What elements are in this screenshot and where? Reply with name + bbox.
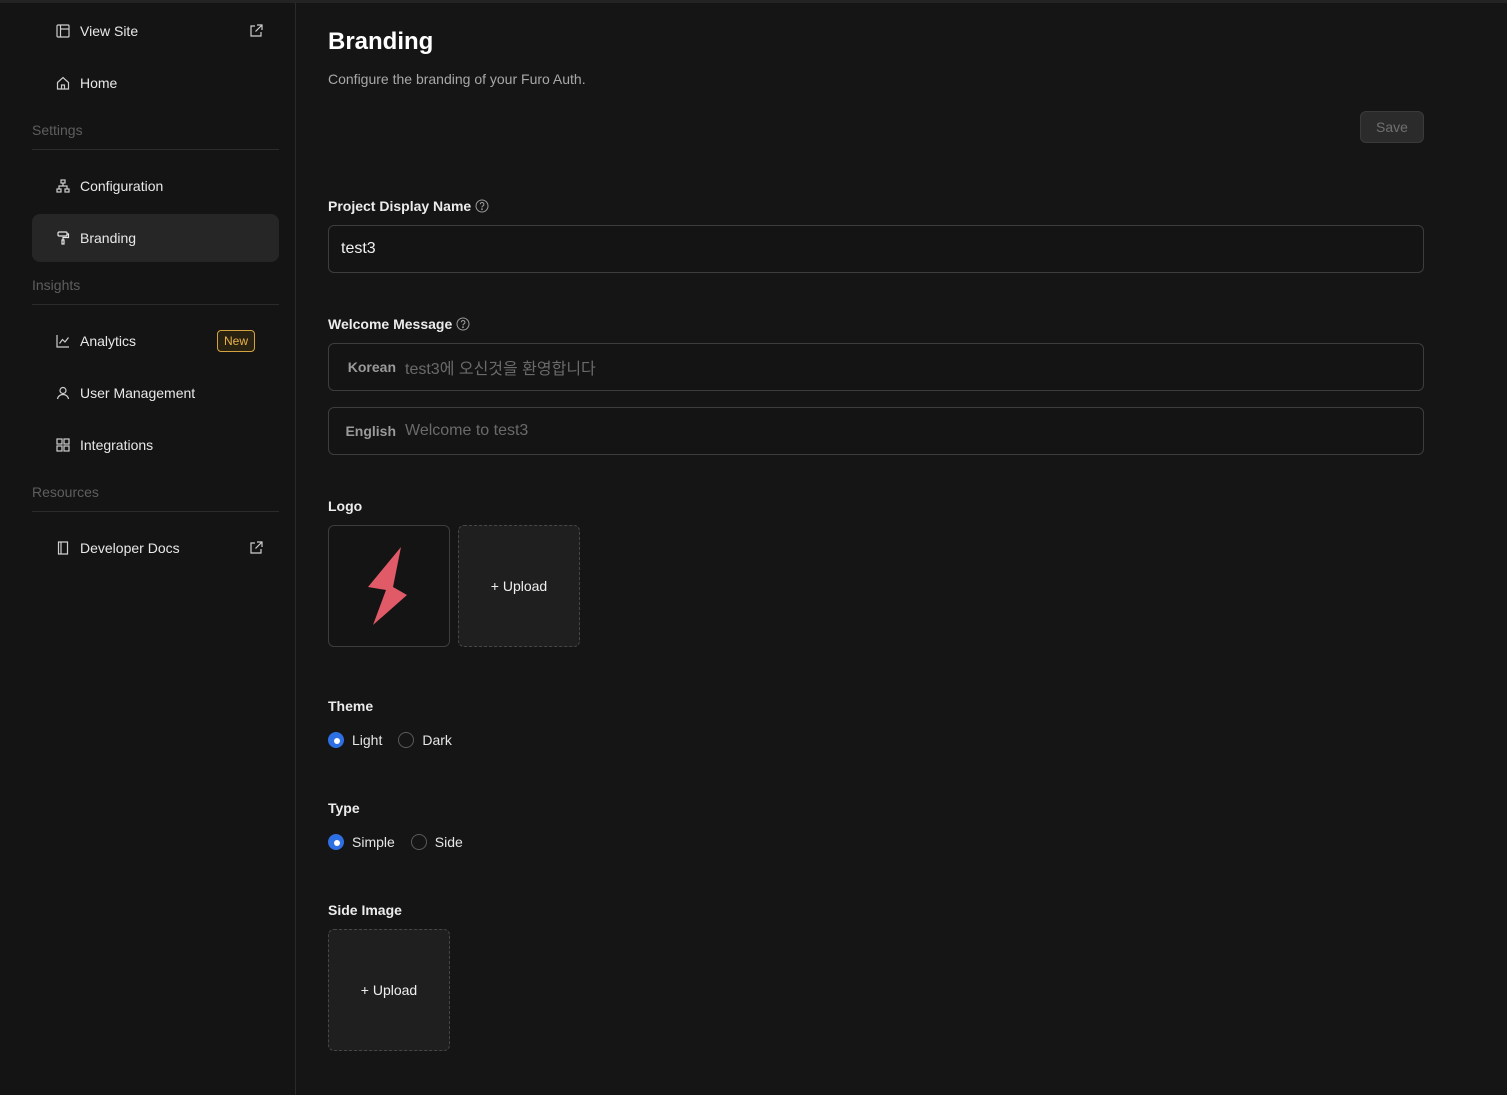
sidebar-item-label: Home <box>80 75 118 91</box>
external-link-icon <box>249 541 263 555</box>
theme-radio-group: Light Dark <box>328 732 468 748</box>
sidebar-item-developer-docs[interactable]: Developer Docs <box>32 524 279 572</box>
korean-placeholder: test3에 오신것을 환영합니다 <box>405 361 596 378</box>
type-radio-side[interactable]: Side <box>410 834 463 850</box>
english-prefix: English <box>345 423 396 439</box>
sidebar-item-integrations[interactable]: Integrations <box>32 421 279 469</box>
radio-indicator <box>410 834 427 850</box>
logo-label: Logo <box>328 498 363 514</box>
sidebar-item-branding[interactable]: Branding <box>32 214 279 262</box>
page-title: Branding <box>328 28 434 55</box>
sidebar-item-label: View Site <box>80 23 139 39</box>
welcome-english-input[interactable]: English Welcome to test3 <box>328 407 1424 455</box>
external-link-icon <box>249 24 263 38</box>
display-name-input[interactable]: test3 <box>328 225 1424 273</box>
theme-radio-light[interactable]: Light <box>328 732 382 748</box>
display-name-label: Project Display Name <box>328 198 489 214</box>
sidebar-item-analytics[interactable]: Analytics New <box>32 317 279 365</box>
sidebar-item-label: Configuration <box>80 178 164 194</box>
layout-icon <box>56 24 70 38</box>
theme-label: Theme <box>328 698 374 714</box>
help-icon[interactable] <box>456 317 470 331</box>
sidebar-item-home[interactable]: Home <box>32 59 279 107</box>
sidebar-item-label: Developer Docs <box>80 540 180 556</box>
radio-selected-indicator <box>328 732 344 748</box>
korean-prefix: Korean <box>347 359 396 375</box>
book-icon <box>56 541 70 555</box>
welcome-korean-input[interactable]: Korean test3에 오신것을 환영합니다 <box>328 343 1424 391</box>
save-button[interactable]: Save <box>1360 111 1424 143</box>
new-badge: New <box>216 330 255 352</box>
welcome-message-label: Welcome Message <box>328 316 470 332</box>
sidebar-item-label: User Management <box>80 385 196 401</box>
help-icon[interactable] <box>475 199 489 213</box>
sidebar-item-view-site[interactable]: View Site <box>32 7 279 55</box>
sidebar-item-label: Analytics <box>80 333 137 349</box>
sidebar-item-user-management[interactable]: User Management <box>32 369 279 417</box>
section-settings: Settings <box>32 122 279 150</box>
section-resources: Resources <box>32 484 279 512</box>
type-label: Type <box>328 800 360 816</box>
paint-roller-icon <box>56 231 70 245</box>
english-placeholder: Welcome to test3 <box>405 422 529 439</box>
radio-selected-indicator <box>328 834 344 850</box>
line-chart-icon <box>56 334 70 348</box>
sitemap-icon <box>56 179 70 193</box>
type-radio-group: Simple Side <box>328 834 479 850</box>
home-icon <box>56 76 70 90</box>
user-icon <box>56 386 70 400</box>
sidebar-item-label: Branding <box>80 230 137 246</box>
side-image-label: Side Image <box>328 902 402 918</box>
side-image-upload-button[interactable]: + Upload <box>328 929 450 1051</box>
radio-indicator <box>398 732 415 748</box>
logo-preview[interactable] <box>328 525 450 647</box>
type-radio-simple[interactable]: Simple <box>328 834 395 850</box>
sidebar-item-label: Integrations <box>80 437 154 453</box>
sidebar-item-configuration[interactable]: Configuration <box>32 162 279 210</box>
lightning-logo-icon <box>368 547 407 625</box>
theme-radio-dark[interactable]: Dark <box>398 732 452 748</box>
grid-icon <box>56 438 70 452</box>
page-subtitle: Configure the branding of your Furo Auth… <box>328 71 586 87</box>
section-insights: Insights <box>32 277 279 305</box>
logo-upload-button[interactable]: + Upload <box>458 525 580 647</box>
